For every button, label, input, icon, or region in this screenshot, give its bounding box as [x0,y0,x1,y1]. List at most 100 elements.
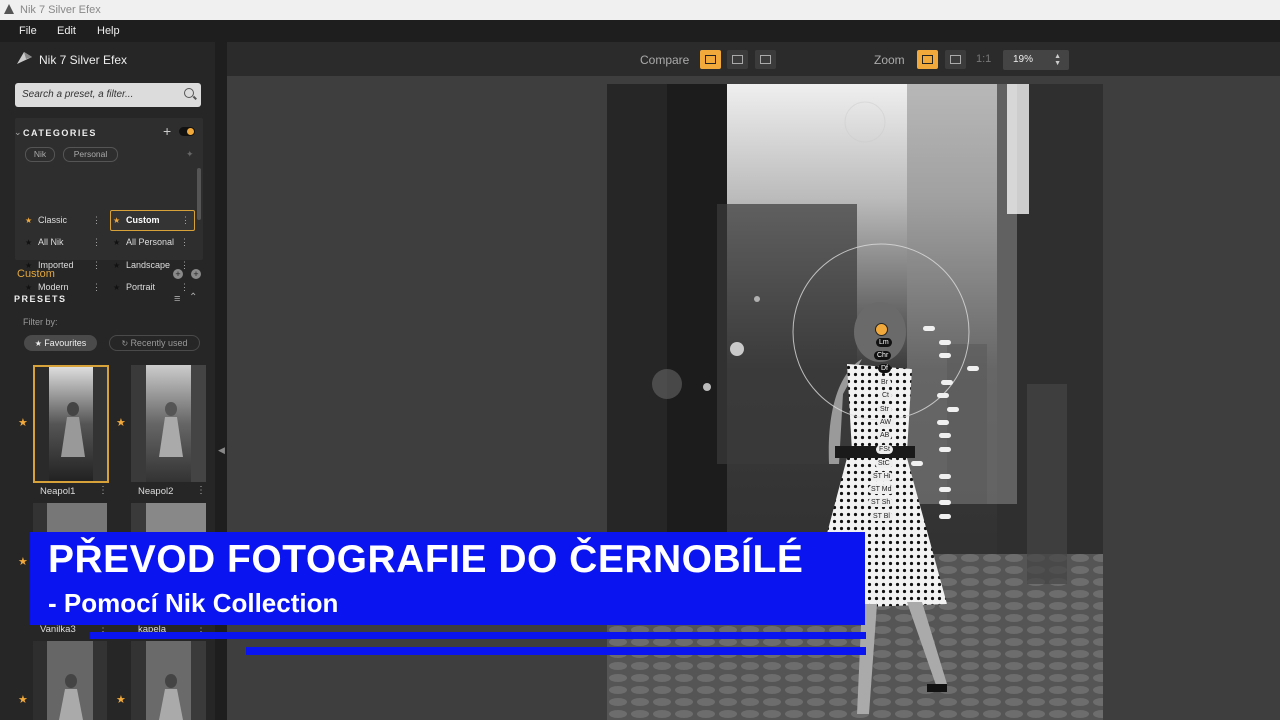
more-icon[interactable]: ⋮ [180,233,189,252]
add-preset-icon[interactable]: + [173,269,183,279]
control-point-handle[interactable] [875,323,888,336]
pill-nik[interactable]: Nik [25,147,55,162]
cp-slider[interactable] [941,380,953,385]
chevron-up-icon[interactable]: ⌃ [189,292,197,303]
list-icon[interactable]: ≡ [174,293,180,305]
star-icon[interactable]: ★ [113,211,120,230]
star-icon[interactable]: ★ [25,211,32,230]
zoom-select[interactable]: 19% ▲ ▼ [1003,50,1069,70]
more-icon[interactable]: ⋮ [92,256,101,275]
more-icon[interactable]: ⋮ [92,211,101,230]
favourite-star-icon[interactable]: ★ [116,416,126,429]
cp-st-midtones[interactable]: ST Md [868,485,895,494]
star-icon[interactable]: ★ [113,278,120,297]
compare-side-by-side-button[interactable] [755,50,776,69]
cp-slider[interactable] [939,487,951,492]
more-icon[interactable]: ⋮ [92,278,101,297]
cp-structure-contrast[interactable]: StC [875,459,893,468]
pill-personal[interactable]: Personal [63,147,118,162]
cp-chroma[interactable]: Chr [874,351,892,360]
search-placeholder: Search a preset, a filter... [22,89,134,100]
cp-st-blacks[interactable]: ST Bl [870,512,893,521]
cp-slider[interactable] [939,500,951,505]
star-icon[interactable]: ★ [25,233,32,252]
favourite-star-icon[interactable]: ★ [18,555,28,568]
window-title: Nik 7 Silver Efex [20,4,101,16]
more-icon[interactable]: ⋮ [196,485,206,496]
filter-recently-used[interactable]: ↻ Recently used [109,335,200,351]
compare-label: Compare [640,53,690,67]
category-classic[interactable]: ★ Classic ⋮ [23,211,105,230]
menu-file[interactable]: File [19,25,37,37]
preset-thumb-neapol1[interactable] [33,365,109,483]
preset-thumb-5[interactable] [33,641,107,720]
cp-fine-structure[interactable]: FSt [876,445,893,454]
categories-scrollbar[interactable] [197,168,201,220]
more-icon[interactable]: ⋮ [181,211,190,230]
compare-split-button[interactable] [727,50,748,69]
star-icon[interactable]: ★ [113,233,120,252]
category-all-personal[interactable]: ★ All Personal ⋮ [111,233,193,252]
zoom-fit-button[interactable] [917,50,938,69]
cp-slider[interactable] [939,340,951,345]
favourite-star-icon[interactable]: ★ [116,693,126,706]
filter-favourites[interactable]: ★ Favourites [24,335,97,351]
category-custom[interactable]: ★ Custom ⋮ [110,210,195,231]
cp-amplify-whites[interactable]: AW [877,418,895,427]
cp-slider[interactable] [939,433,951,438]
more-icon[interactable]: ⋮ [180,278,189,297]
banner-stripe [90,632,866,639]
category-label: Portrait [126,282,156,292]
cp-slider[interactable] [937,420,949,425]
menu-edit[interactable]: Edit [57,25,76,37]
preset-thumb-neapol2[interactable] [131,365,206,482]
zoom-fill-button[interactable] [945,50,966,69]
cp-brightness-lum[interactable]: Lm [876,338,892,347]
cp-slider[interactable] [937,393,949,398]
favourite-star-icon[interactable]: ★ [18,416,28,429]
zoom-value: 19% [1013,54,1034,65]
app-name: Nik 7 Silver Efex [39,53,128,67]
pin-icon[interactable]: ✦ [186,149,194,160]
categories-toggle[interactable] [179,127,195,136]
favourite-star-icon[interactable]: ★ [18,693,28,706]
search-input[interactable]: Search a preset, a filter... [15,83,201,107]
category-all-nik[interactable]: ★ All Nik ⋮ [23,233,105,252]
search-icon[interactable] [184,88,194,98]
cp-st-highlights[interactable]: ST Hi [870,472,894,481]
category-label: Custom [126,215,160,225]
add-folder-icon[interactable]: + [191,269,201,279]
category-portrait[interactable]: ★ Portrait ⋮ [111,278,193,297]
cp-slider[interactable] [911,461,923,466]
cp-slider[interactable] [947,407,959,412]
stepper-icon[interactable]: ▲ ▼ [1054,53,1061,67]
fit-screen-icon [922,55,933,64]
cp-amplify-blacks[interactable]: AB [877,431,893,440]
menu-help[interactable]: Help [97,25,120,37]
zoom-1-1-button[interactable]: 1:1 [976,53,991,65]
star-icon[interactable]: ★ [113,256,120,275]
menu-bar: File Edit Help [0,20,1280,42]
chevron-down-icon[interactable]: ⌄ [14,127,22,138]
more-icon[interactable]: ⋮ [92,233,101,252]
cp-structure[interactable]: Str [877,405,892,414]
cp-slider[interactable] [939,474,951,479]
cp-slider[interactable] [923,326,935,331]
cp-slider[interactable] [939,447,951,452]
cp-slider[interactable] [967,366,979,371]
preset-thumbnail-image [33,641,107,720]
cp-diffusion[interactable]: Df [878,364,891,373]
cp-slider[interactable] [939,353,951,358]
cp-brightness[interactable]: Br [878,378,891,387]
chevron-left-icon[interactable]: ◀ [218,445,225,456]
categories-heading: CATEGORIES [23,128,97,138]
cp-st-shadows[interactable]: ST Sh [868,498,894,507]
star-icon: ★ [34,339,45,348]
add-category-icon[interactable]: + [163,123,171,139]
cp-contrast[interactable]: Ct [879,391,892,400]
zoom-label: Zoom [874,53,905,67]
cp-slider[interactable] [939,514,951,519]
compare-overlay-button[interactable] [700,50,721,69]
more-icon[interactable]: ⋮ [98,485,108,496]
preset-thumb-6[interactable] [131,641,206,720]
